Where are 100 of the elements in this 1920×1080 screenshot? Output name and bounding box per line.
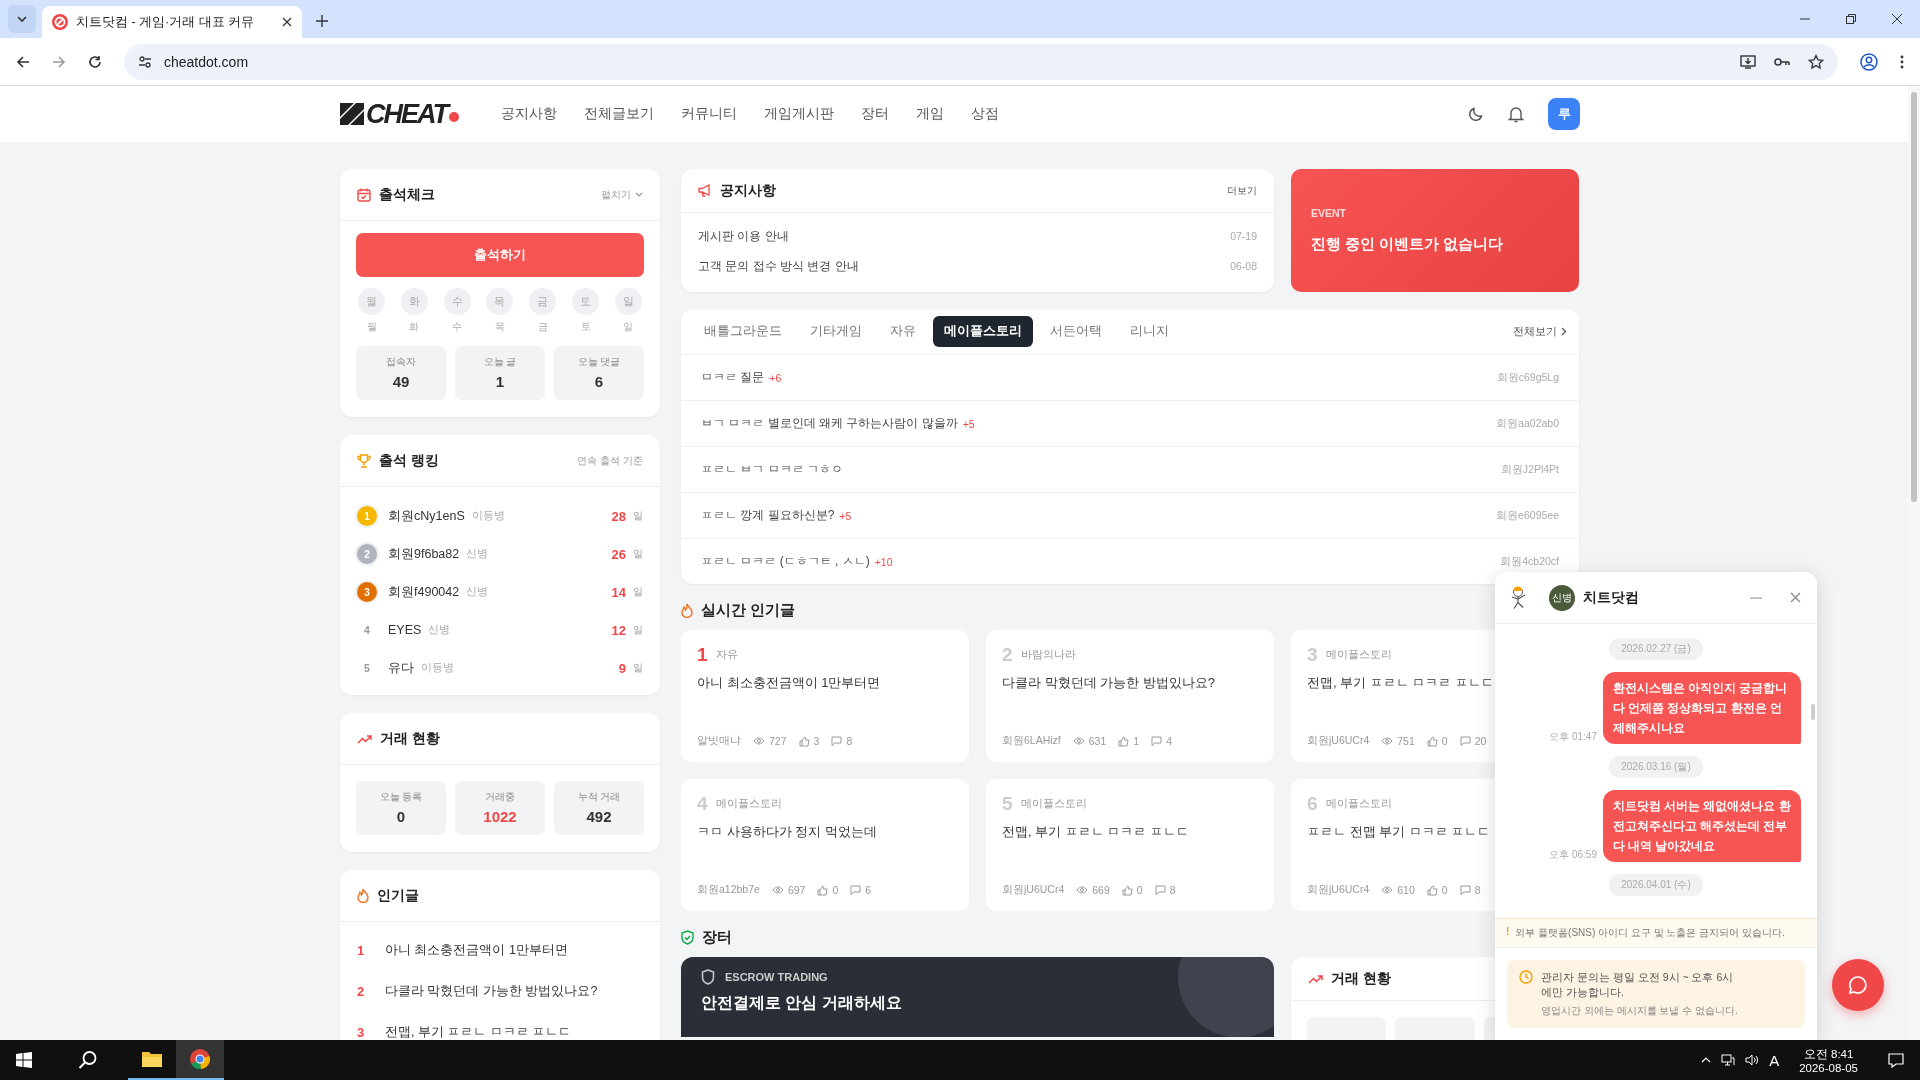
nav-link[interactable]: 게임 bbox=[916, 105, 944, 123]
member-name[interactable]: 회원9f6ba82 bbox=[388, 545, 460, 563]
member-name[interactable]: 회원f490042 bbox=[388, 583, 460, 601]
comment-icon bbox=[831, 736, 843, 746]
post-title: 전맵, 부기 ㅍㄹㄴ ㅁㅋㄹ ㅍㄴㄷ bbox=[1002, 823, 1191, 841]
chevron-up-icon[interactable] bbox=[1701, 1057, 1712, 1063]
nav-link[interactable]: 게임게시판 bbox=[764, 105, 834, 123]
stat-value: 1022 bbox=[483, 808, 517, 825]
menu-icon[interactable] bbox=[1900, 54, 1904, 69]
speaker-icon[interactable] bbox=[1745, 1054, 1760, 1066]
streak-days: 26 bbox=[611, 546, 626, 562]
search-icon[interactable] bbox=[78, 1050, 98, 1070]
moon-icon[interactable] bbox=[1468, 106, 1484, 122]
eye-icon bbox=[753, 737, 765, 745]
post-title[interactable]: ㅍㄹㄴ 깡계 필요하신분? bbox=[701, 507, 835, 524]
input-method-indicator[interactable]: A bbox=[1769, 1051, 1780, 1069]
profile-icon[interactable] bbox=[1860, 52, 1878, 71]
address-field[interactable]: cheatdot.com bbox=[124, 43, 1838, 80]
post-title[interactable]: ㅍㄹㄴ ㅁㅋㄹ (ㄷㅎㄱㅌ , ㅅㄴ) bbox=[701, 553, 870, 570]
nav-link[interactable]: 전체글보기 bbox=[584, 105, 654, 123]
clock[interactable]: 오전 8:41 2026-08-05 bbox=[1799, 1046, 1858, 1074]
forward-icon[interactable] bbox=[52, 54, 66, 69]
user-avatar[interactable]: 루 bbox=[1548, 98, 1580, 130]
stat-value: 1 bbox=[495, 373, 505, 390]
rank-number: 4 bbox=[363, 624, 371, 636]
post-rank: 1 bbox=[697, 644, 708, 666]
nav-link[interactable]: 커뮤니티 bbox=[681, 105, 737, 123]
scrollbar-thumb[interactable] bbox=[1811, 704, 1815, 720]
post-title[interactable]: 아니 최소충전금액이 1만부터면 bbox=[385, 942, 568, 959]
board-tab[interactable]: 자유 bbox=[879, 316, 927, 347]
event-banner[interactable]: EVENT 진행 중인 이벤트가 없습니다 bbox=[1291, 169, 1579, 292]
day-label: 월 bbox=[366, 320, 377, 334]
post-title[interactable]: ㅁㅋㄹ 질문 bbox=[701, 369, 765, 386]
scrollbar-thumb[interactable] bbox=[1911, 92, 1917, 502]
comment-count: 8 bbox=[846, 735, 853, 747]
board-name: 바람의나라 bbox=[1020, 648, 1076, 662]
nav-link[interactable]: 공지사항 bbox=[501, 105, 557, 123]
post-title[interactable]: 다클라 막혔던데 가능한 방법있나요? bbox=[385, 983, 598, 1000]
install-app-icon[interactable] bbox=[1740, 54, 1756, 69]
comment-icon bbox=[850, 885, 862, 895]
section-title: 실시간 인기글 bbox=[701, 601, 796, 620]
day-label: 화 bbox=[409, 320, 420, 334]
escrow-banner[interactable]: ESCROW TRADING 안전결제로 안심 거래하세요 bbox=[681, 957, 1274, 1037]
site-logo[interactable]: CHEAT bbox=[340, 98, 459, 130]
tab-list-icon[interactable] bbox=[8, 5, 36, 33]
star-icon[interactable] bbox=[1808, 53, 1824, 70]
board-tab[interactable]: 서든어택 bbox=[1039, 316, 1113, 347]
streak-days: 9 bbox=[618, 660, 626, 676]
escrow-headline: 안전결제로 안심 거래하세요 bbox=[701, 993, 903, 1013]
day-indicator: 토 bbox=[572, 288, 600, 315]
site-settings-icon[interactable] bbox=[138, 54, 152, 69]
post-title[interactable]: ㅍㄹㄴ ㅂㄱ ㅁㅋㄹ ㄱㅎㅇ bbox=[701, 461, 843, 478]
chat-button[interactable] bbox=[1832, 959, 1884, 1011]
notice-title[interactable]: 게시판 이용 안내 bbox=[698, 227, 789, 245]
like-count: 0 bbox=[1441, 884, 1448, 896]
nav-link[interactable]: 상점 bbox=[971, 105, 999, 123]
back-icon[interactable] bbox=[16, 54, 30, 69]
post-title[interactable]: ㅂㄱ ㅁㅋㄹ 별로인데 왜케 구하는사람이 많을까 bbox=[701, 415, 958, 432]
comment-icon bbox=[1154, 885, 1166, 895]
windows-start-icon[interactable] bbox=[16, 1052, 32, 1068]
comment-count: 6 bbox=[865, 884, 872, 896]
eye-icon bbox=[771, 886, 784, 894]
board-tab[interactable]: 리니지 bbox=[1119, 316, 1180, 347]
close-icon[interactable] bbox=[282, 17, 292, 27]
restore-icon[interactable] bbox=[1846, 14, 1856, 24]
notice-title[interactable]: 고객 문의 접수 방식 변경 안내 bbox=[698, 257, 859, 275]
browser-tab[interactable]: 치트닷컴 - 게임·거래 대표 커뮤 bbox=[42, 6, 302, 38]
bell-icon[interactable] bbox=[1508, 105, 1524, 123]
stat-value: 6 bbox=[594, 373, 604, 390]
stat-value: 49 bbox=[392, 373, 410, 390]
notification-icon[interactable] bbox=[1888, 1052, 1904, 1068]
plus-icon[interactable] bbox=[316, 15, 328, 27]
post-author: 회원e6095ee bbox=[1496, 508, 1559, 523]
more-link[interactable]: 더보기 bbox=[1227, 183, 1257, 198]
board-tab[interactable]: 배틀그라운드 bbox=[693, 316, 793, 347]
close-icon[interactable] bbox=[1892, 14, 1902, 24]
post-author: 회원c69g5Lg bbox=[1496, 370, 1559, 385]
comment-count: 8 bbox=[1169, 884, 1176, 896]
board-tab[interactable]: 기타게임 bbox=[799, 316, 873, 347]
key-icon[interactable] bbox=[1774, 56, 1790, 67]
trophy-icon bbox=[357, 453, 371, 468]
ranking-note: 연속 출석 기준 bbox=[577, 453, 643, 468]
day-label: 일 bbox=[623, 320, 634, 334]
nav-link[interactable]: 장터 bbox=[861, 105, 889, 123]
day-indicator: 목 bbox=[486, 288, 514, 315]
post-title[interactable]: 전맵, 부기 ㅍㄹㄴ ㅁㅋㄹ ㅍㄴㄷ bbox=[385, 1024, 572, 1040]
date-divider: 2026.04.01 (수) bbox=[1609, 874, 1703, 896]
member-name[interactable]: EYES bbox=[388, 623, 422, 637]
tab-title: 치트닷컴 - 게임·거래 대표 커뮤 bbox=[76, 13, 256, 31]
member-name[interactable]: 유다 bbox=[388, 659, 414, 677]
board-name: 메이플스토리 bbox=[715, 797, 782, 811]
card-title: 출석 랭킹 bbox=[379, 451, 439, 470]
eye-icon bbox=[1381, 886, 1394, 894]
post-card[interactable]: 1 자유 아니 최소충전금액이 1만부터면 알빗매냐 727 3 8 bbox=[681, 630, 969, 762]
view-all-link[interactable]: 전체보기 bbox=[1513, 324, 1567, 339]
reload-icon[interactable] bbox=[88, 54, 102, 69]
board-tab[interactable]: 메이플스토리 bbox=[933, 316, 1033, 347]
member-name[interactable]: 회원cNy1enS bbox=[388, 507, 465, 525]
network-icon[interactable] bbox=[1721, 1054, 1736, 1066]
browser-icon[interactable] bbox=[176, 1040, 224, 1080]
